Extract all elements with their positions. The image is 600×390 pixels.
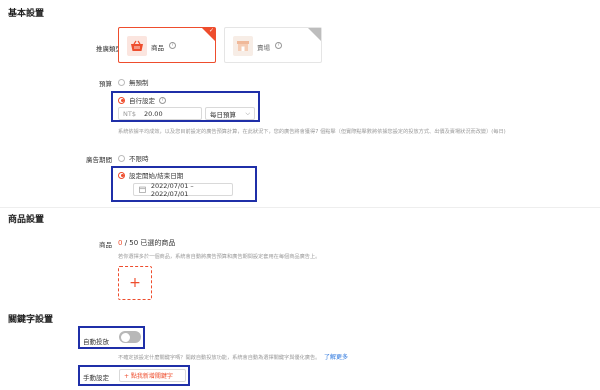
period-unlimited-option[interactable]: 不限時	[118, 153, 149, 163]
budget-custom-label: 自行設定	[129, 97, 155, 105]
unselected-corner	[308, 28, 321, 41]
ad-type-product-label: 商品	[151, 44, 164, 52]
check-icon: ✓	[208, 27, 214, 34]
period-custom-label: 設定開始/結束日期	[129, 172, 184, 180]
budget-custom-option[interactable]: 自行設定 ?	[118, 95, 166, 105]
budget-hint: 系統依據平均成效，以及您目前設定的廣告預算計算，在此狀況下，您的廣告將會獲得7 …	[118, 129, 506, 135]
budget-unlimited-radio[interactable]	[118, 78, 125, 86]
budget-label: 預算	[99, 80, 112, 88]
product-hint: 若你選擇多於一個商品，系統會自動將廣告預算和廣告期間設定套用在每個商品廣告上。	[118, 254, 321, 260]
add-keyword-button[interactable]: + 點我新增關鍵字	[119, 369, 186, 382]
section-divider	[0, 207, 600, 208]
budget-amount-input[interactable]: NT$ 20.00	[118, 107, 202, 120]
date-range-value: 2022/07/01 – 2022/07/01	[150, 181, 194, 198]
shopping-basket-icon	[127, 36, 147, 56]
product-count: 0 / 50 已選的商品	[118, 238, 175, 248]
learn-more-link[interactable]: 了解更多	[324, 354, 348, 361]
date-range-picker[interactable]: 2022/07/01 – 2022/07/01	[133, 181, 233, 198]
period-unlimited-label: 不限時	[129, 155, 149, 163]
auto-bid-hint: 不確定該設定什麼關鍵字嗎？開啟自動投放功能，系統會自動為選擇關鍵字與優化廣告。 …	[118, 352, 348, 361]
product-settings-title: 商品設置	[8, 215, 45, 225]
auto-bid-label: 自動投放	[83, 338, 109, 346]
budget-period-select[interactable]: 每日預算 ⌵	[205, 107, 255, 120]
products-label: 商品	[99, 241, 112, 249]
budget-period-value: 每日預算	[210, 110, 236, 119]
ad-type-shop-label: 賣場	[257, 44, 270, 52]
budget-unlimited-label: 無預制	[129, 79, 149, 87]
question-circle-icon[interactable]: ?	[275, 42, 282, 49]
calendar-icon	[139, 186, 146, 193]
period-custom-radio[interactable]	[118, 171, 125, 179]
auto-bid-toggle[interactable]	[119, 331, 141, 343]
add-product-button[interactable]: +	[118, 266, 152, 300]
currency-prefix: NT$	[123, 109, 136, 118]
storefront-icon	[233, 36, 253, 56]
ad-type-label: 推廣類型	[96, 45, 122, 53]
budget-custom-radio[interactable]	[118, 96, 125, 104]
question-circle-icon[interactable]: ?	[159, 96, 166, 104]
chevron-down-icon: ⌵	[245, 109, 250, 117]
period-label: 廣告期間	[86, 156, 112, 164]
ad-type-product-card[interactable]: 商品 ? ✓	[118, 27, 216, 63]
plus-icon: +	[129, 275, 141, 291]
manual-keyword-label: 手動設定	[83, 374, 109, 382]
auto-bid-hint-text: 不確定該設定什麼關鍵字嗎？開啟自動投放功能，系統會自動為選擇關鍵字與優化廣告。	[118, 355, 321, 361]
period-custom-option[interactable]: 設定開始/結束日期	[118, 170, 183, 180]
period-unlimited-radio[interactable]	[118, 154, 125, 162]
question-circle-icon[interactable]: ?	[169, 42, 176, 49]
ad-type-shop-card[interactable]: 賣場 ?	[224, 27, 322, 63]
budget-unlimited-option[interactable]: 無預制	[118, 77, 149, 87]
basic-settings-title: 基本設置	[8, 9, 45, 19]
count-rest: / 50 已選的商品	[122, 239, 176, 247]
budget-value: 20.00	[143, 109, 163, 118]
keyword-settings-title: 關鍵字設置	[8, 315, 54, 325]
